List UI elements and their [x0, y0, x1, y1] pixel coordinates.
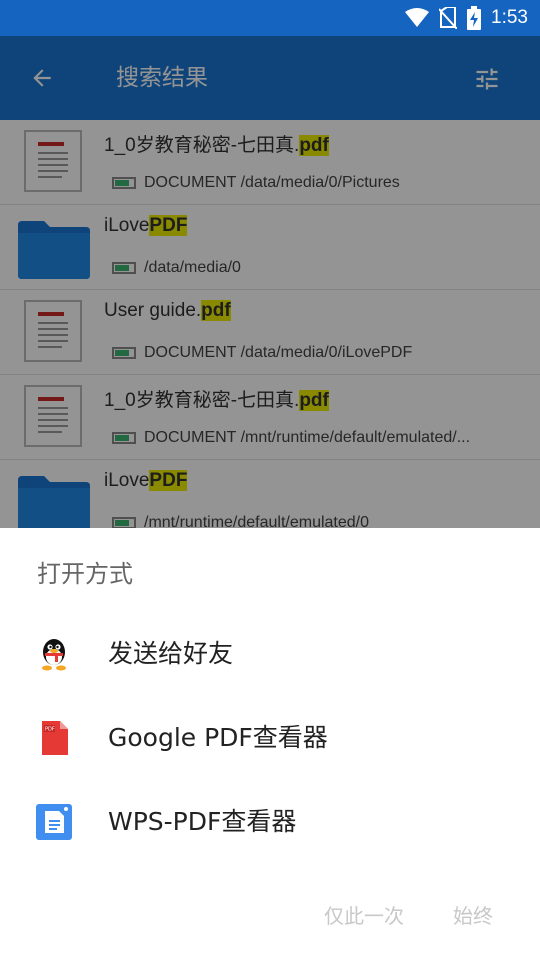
option-label: 发送给好友	[108, 639, 234, 668]
status-icons: 1:53	[405, 0, 528, 36]
no-sim-icon	[439, 7, 458, 29]
option-send-to-friend[interactable]: 发送给好友	[0, 612, 540, 696]
always-button[interactable]: 始终	[453, 900, 493, 929]
qq-icon	[42, 639, 66, 671]
sheet-title: 打开方式	[37, 560, 133, 588]
svg-text:PDF: PDF	[45, 727, 55, 733]
wps-pdf-icon	[36, 804, 72, 840]
status-bar: 1:53	[0, 0, 540, 36]
option-label: WPS-PDF查看器	[108, 807, 297, 836]
wifi-icon	[405, 8, 430, 27]
option-wps-pdf-viewer[interactable]: WPS-PDF查看器	[0, 780, 540, 864]
option-google-pdf-viewer[interactable]: PDF Google PDF查看器	[0, 696, 540, 780]
google-pdf-icon: PDF	[42, 721, 68, 755]
dialog-scrim[interactable]	[0, 36, 540, 528]
option-label: Google PDF查看器	[108, 723, 328, 752]
open-with-sheet: 打开方式 发送给好友 PDF Google PDF查看器 WPS-PDF查看器 …	[0, 528, 540, 960]
status-time: 1:53	[491, 7, 528, 28]
just-once-button[interactable]: 仅此一次	[324, 900, 404, 929]
battery-charging-icon	[467, 6, 482, 30]
